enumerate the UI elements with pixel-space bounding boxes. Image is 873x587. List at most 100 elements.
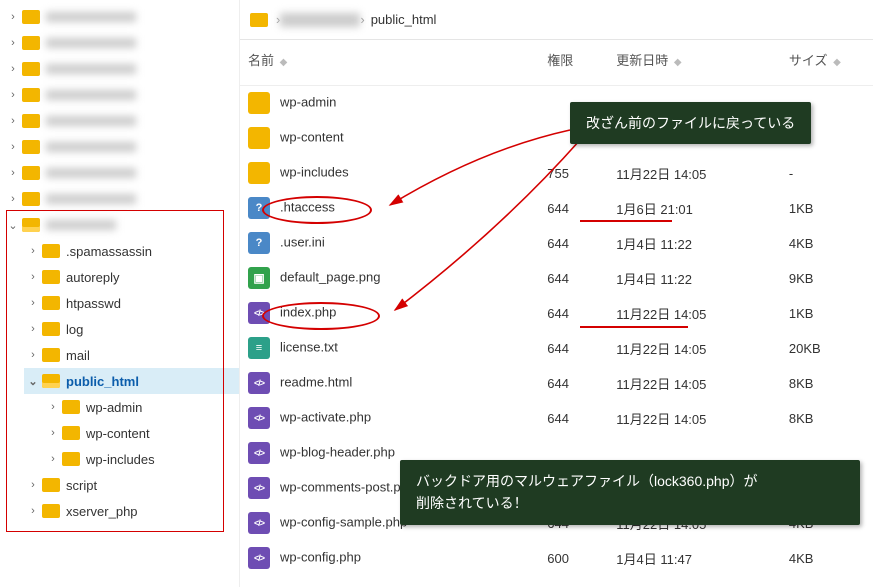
- file-date: 1月4日 11:47: [608, 541, 781, 576]
- annotation-callout-top: 改ざん前のファイルに戻っている: [570, 102, 811, 144]
- file-name: index.php: [280, 304, 336, 319]
- tree-item-wpincludes[interactable]: ›wp-includes: [44, 446, 239, 472]
- file-perm: 600: [539, 541, 608, 576]
- tree-item-obscured[interactable]: ›: [4, 30, 239, 56]
- tree-item-obscured[interactable]: ›: [4, 108, 239, 134]
- folder-icon: [22, 10, 40, 24]
- folder-icon: [62, 452, 80, 466]
- folder-icon: [22, 192, 40, 206]
- chevron-right-icon: ›: [6, 141, 20, 153]
- folder-icon: [22, 62, 40, 76]
- tree-item-obscured[interactable]: ›: [4, 4, 239, 30]
- folder-icon: [42, 478, 60, 492]
- tree-item-obscured[interactable]: ›: [4, 56, 239, 82]
- file-name: wp-activate.php: [280, 409, 371, 424]
- file-size: 4KB: [781, 226, 873, 261]
- sidebar: ›››››››› ⌄›.spamassassin›autoreply›htpas…: [0, 0, 240, 587]
- folder-icon: [42, 244, 60, 258]
- breadcrumb-segment-obscured[interactable]: [280, 13, 360, 27]
- folder-icon: [248, 162, 270, 184]
- tree-item-autoreply[interactable]: ›autoreply: [24, 264, 239, 290]
- chevron-down-icon: ⌄: [6, 219, 20, 232]
- file-date: 11月22日 14:05: [608, 401, 781, 436]
- tree-item-htpasswd[interactable]: ›htpasswd: [24, 290, 239, 316]
- chevron-right-icon: ›: [6, 37, 20, 49]
- file-name: wp-config.php: [280, 549, 361, 564]
- file-perm: 644: [539, 401, 608, 436]
- folder-icon: [22, 166, 40, 180]
- file-size: 1KB: [781, 191, 873, 226]
- file-perm: 644: [539, 366, 608, 401]
- tree-item-label: wp-admin: [86, 400, 142, 415]
- tree-item-xserverphp[interactable]: ›xserver_php: [24, 498, 239, 524]
- col-name[interactable]: 名前 ◆: [240, 40, 539, 86]
- tree-item-label: .spamassassin: [66, 244, 152, 259]
- chevron-right-icon: ›: [6, 89, 20, 101]
- col-perm[interactable]: 権限: [539, 40, 608, 86]
- file-row[interactable]: wp-config.php6001月4日 11:474KB: [240, 541, 873, 576]
- tree-item-obscured[interactable]: ›: [4, 134, 239, 160]
- tree-item-script[interactable]: ›script: [24, 472, 239, 498]
- folder-icon: [42, 270, 60, 284]
- folder-icon: [248, 127, 270, 149]
- file-date: 1月4日 11:22: [608, 226, 781, 261]
- code-file-icon: [248, 372, 270, 394]
- file-row[interactable]: wp-includes75511月22日 14:05-: [240, 156, 873, 191]
- tree-item-publichtml[interactable]: ⌄ public_html: [24, 368, 239, 394]
- file-row[interactable]: default_page.png6441月4日 11:229KB: [240, 261, 873, 296]
- file-row[interactable]: index.php64411月22日 14:051KB: [240, 296, 873, 331]
- tree-item-label: public_html: [66, 374, 139, 389]
- code-file-icon: [248, 512, 270, 534]
- chevron-right-icon: ›: [6, 11, 20, 23]
- chevron-right-icon: ›: [6, 63, 20, 75]
- chevron-icon: ›: [26, 245, 40, 257]
- file-size: 9KB: [781, 261, 873, 296]
- annotation-underline-date1: [580, 220, 672, 222]
- tree-item-mail[interactable]: ›mail: [24, 342, 239, 368]
- unknown-file-icon: [248, 232, 270, 254]
- folder-icon: [250, 13, 268, 27]
- file-perm: 644: [539, 226, 608, 261]
- file-size: 1KB: [781, 296, 873, 331]
- breadcrumb-current[interactable]: public_html: [365, 12, 443, 27]
- file-size: -: [781, 156, 873, 191]
- file-name: wp-content: [280, 129, 344, 144]
- main-panel: › › public_html 名前 ◆ 権限 更新日時 ◆ サイズ ◆ wp-…: [240, 0, 873, 587]
- file-size: 20KB: [781, 331, 873, 366]
- tree-item-log[interactable]: ›log: [24, 316, 239, 342]
- file-row[interactable]: license.txt64411月22日 14:0520KB: [240, 331, 873, 366]
- chevron-right-icon: ›: [46, 453, 60, 465]
- tree-root[interactable]: ⌄: [4, 212, 239, 238]
- tree-item-spamassassin[interactable]: › .spamassassin: [24, 238, 239, 264]
- col-date[interactable]: 更新日時 ◆: [608, 40, 781, 86]
- col-size[interactable]: サイズ ◆: [781, 40, 873, 86]
- file-row[interactable]: readme.html64411月22日 14:058KB: [240, 366, 873, 401]
- file-name: license.txt: [280, 339, 338, 354]
- folder-icon: [42, 296, 60, 310]
- file-row[interactable]: wp-activate.php 64411月22日 14:058KB: [240, 401, 873, 436]
- file-size: 8KB: [781, 401, 873, 436]
- tree-item-obscured[interactable]: ›: [4, 160, 239, 186]
- file-row[interactable]: .htaccess6441月6日 21:011KB: [240, 191, 873, 226]
- file-name: wp-comments-post.php: [280, 479, 415, 494]
- code-file-icon: [248, 407, 270, 429]
- tree-item-label: log: [66, 322, 83, 337]
- code-file-icon: [248, 442, 270, 464]
- tree-item-wpadmin[interactable]: ›wp-admin: [44, 394, 239, 420]
- tree-item-obscured[interactable]: ›: [4, 186, 239, 212]
- file-name: wp-blog-header.php: [280, 444, 395, 459]
- tree-item-obscured[interactable]: ›: [4, 82, 239, 108]
- folder-icon: [62, 426, 80, 440]
- file-name: wp-admin: [280, 95, 336, 110]
- chevron-right-icon: ›: [6, 193, 20, 205]
- sort-icon: ◆: [674, 57, 682, 68]
- folder-open-icon: [22, 218, 40, 232]
- folder-icon: [22, 36, 40, 50]
- chevron-icon: ⌄: [26, 375, 40, 388]
- file-date: 1月4日 11:22: [608, 261, 781, 296]
- chevron-icon: ›: [26, 349, 40, 361]
- file-row[interactable]: .user.ini6441月4日 11:224KB: [240, 226, 873, 261]
- tree-item-wpcontent[interactable]: ›wp-content: [44, 420, 239, 446]
- tree-item-label: htpasswd: [66, 296, 121, 311]
- file-name: wp-config-sample.php: [280, 514, 407, 529]
